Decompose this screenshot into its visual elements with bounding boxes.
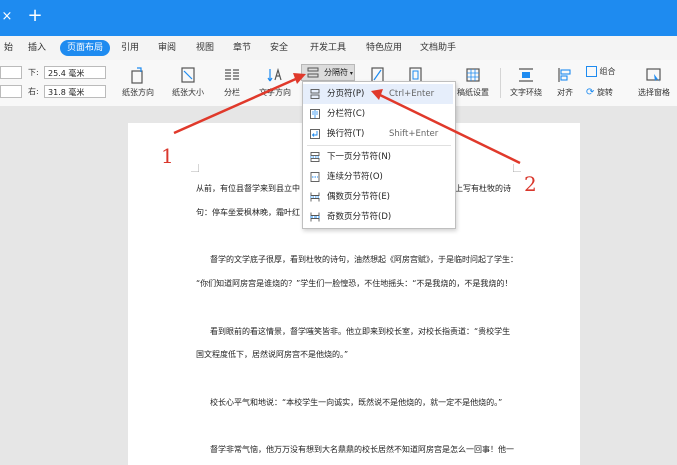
annotation-number-2: 2 bbox=[524, 172, 537, 196]
annotation-number-1: 1 bbox=[161, 144, 174, 168]
annotation-arrow-1-line bbox=[173, 76, 299, 135]
annotation-arrow-2-line bbox=[379, 93, 521, 165]
annotation-arrows bbox=[173, 73, 521, 165]
